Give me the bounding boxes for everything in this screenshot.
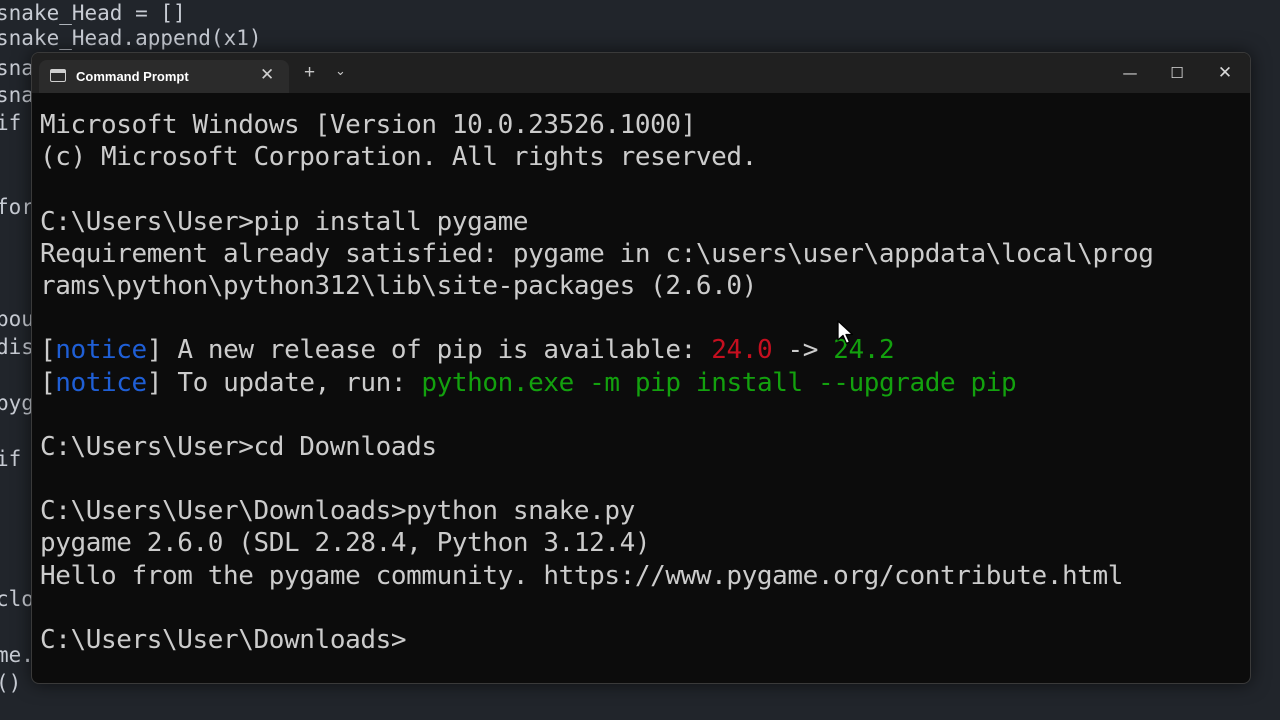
notice-tag: notice	[55, 335, 147, 366]
console-line: C:\Users\User>cd Downloads	[40, 431, 437, 462]
maximize-button[interactable]: ☐	[1157, 59, 1197, 87]
console-line: Requirement already satisfied: pygame in…	[40, 238, 1154, 269]
upgrade-command: python.exe -m pip install --upgrade pip	[421, 367, 1017, 398]
editor-code-line: snake_Head = []	[0, 1, 186, 25]
console-line: Microsoft Windows [Version 10.0.23526.10…	[40, 110, 696, 140]
editor-code-line: dis	[0, 335, 34, 359]
tab-command-prompt[interactable]: Command Prompt ✕	[39, 60, 289, 93]
command-prompt-window[interactable]: Command Prompt ✕ + ⌄ — ☐ ✕ Microsoft Win…	[31, 52, 1251, 684]
notice-text: To update, run:	[162, 367, 422, 398]
new-tab-button[interactable]: +	[304, 63, 315, 83]
mouse-cursor-icon	[837, 320, 854, 345]
editor-code-line: if	[0, 447, 22, 471]
terminal-icon	[50, 69, 66, 82]
editor-code-line: sna	[0, 56, 34, 80]
command-prompt-line[interactable]: C:\Users\User\Downloads>	[40, 624, 1250, 656]
version-arrow: ->	[772, 335, 834, 366]
notice-text: A new release of pip is available:	[162, 335, 712, 366]
bracket: [	[40, 335, 56, 366]
editor-code-line: snake_Head.append(x1)	[0, 26, 262, 50]
tab-title: Command Prompt	[76, 69, 189, 84]
bracket: ]	[146, 335, 163, 366]
chevron-down-icon[interactable]: ⌄	[335, 64, 346, 79]
close-button[interactable]: ✕	[1205, 59, 1245, 87]
console-line: (c) Microsoft Corporation. All rights re…	[40, 142, 757, 173]
console-line: pygame 2.6.0 (SDL 2.28.4, Python 3.12.4)	[40, 528, 651, 559]
bracket: ]	[146, 367, 163, 398]
editor-code-line: clo	[0, 587, 34, 611]
notice-line: [notice] To update, run: python.exe -m p…	[40, 367, 1250, 399]
editor-code-line: if	[0, 111, 22, 135]
editor-code-line: for	[0, 195, 34, 219]
console-line: C:\Users\User>pip install pygame	[40, 206, 529, 237]
console-line: C:\Users\User\Downloads>python snake.py	[40, 496, 635, 527]
title-bar[interactable]: Command Prompt ✕ + ⌄ — ☐ ✕	[32, 53, 1250, 93]
notice-tag: notice	[55, 367, 147, 398]
old-version: 24.0	[711, 335, 773, 366]
minimize-button[interactable]: —	[1110, 59, 1150, 87]
editor-code-line: pyg	[0, 391, 34, 415]
console-line: Hello from the pygame community. https:/…	[40, 560, 1123, 591]
notice-line: [notice] A new release of pip is availab…	[40, 334, 1250, 366]
bracket: [	[40, 367, 56, 398]
console-output[interactable]: Microsoft Windows [Version 10.0.23526.10…	[40, 109, 1250, 683]
editor-code-line: sna	[0, 83, 34, 107]
editor-code-line: ()	[0, 671, 22, 695]
tab-close-icon[interactable]: ✕	[260, 65, 274, 85]
editor-code-line: me.	[0, 643, 34, 667]
console-line: rams\python\python312\lib\site-packages …	[40, 270, 757, 301]
